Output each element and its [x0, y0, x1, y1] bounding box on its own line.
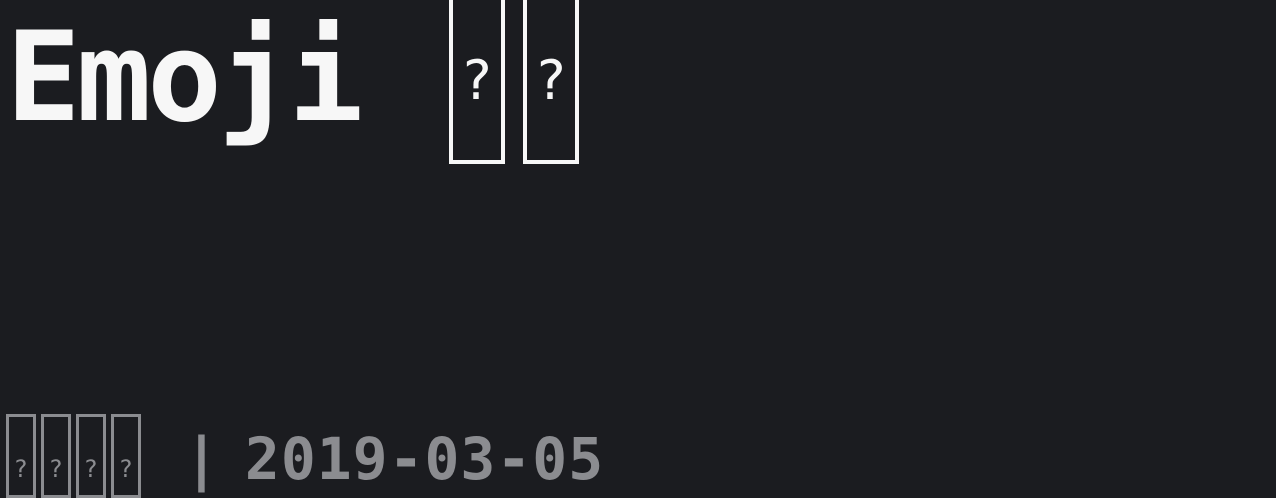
- author-glyph: ?: [111, 414, 141, 498]
- author-glyph: ?: [41, 414, 71, 498]
- author-glyph: ?: [76, 414, 106, 498]
- post-title: Emoji ? ?: [6, 0, 597, 170]
- post-date: 2019-03-05: [244, 425, 605, 493]
- post-meta: ? ? ? ? | 2019-03-05: [6, 414, 604, 498]
- post-title-text: Emoji: [6, 6, 363, 150]
- meta-separator: |: [184, 425, 219, 493]
- title-emoji-glyphs: ? ?: [449, 0, 597, 164]
- author-glyph: ?: [6, 414, 36, 498]
- missing-glyph-icon: ?: [523, 0, 580, 164]
- missing-glyph-icon: ?: [449, 0, 506, 164]
